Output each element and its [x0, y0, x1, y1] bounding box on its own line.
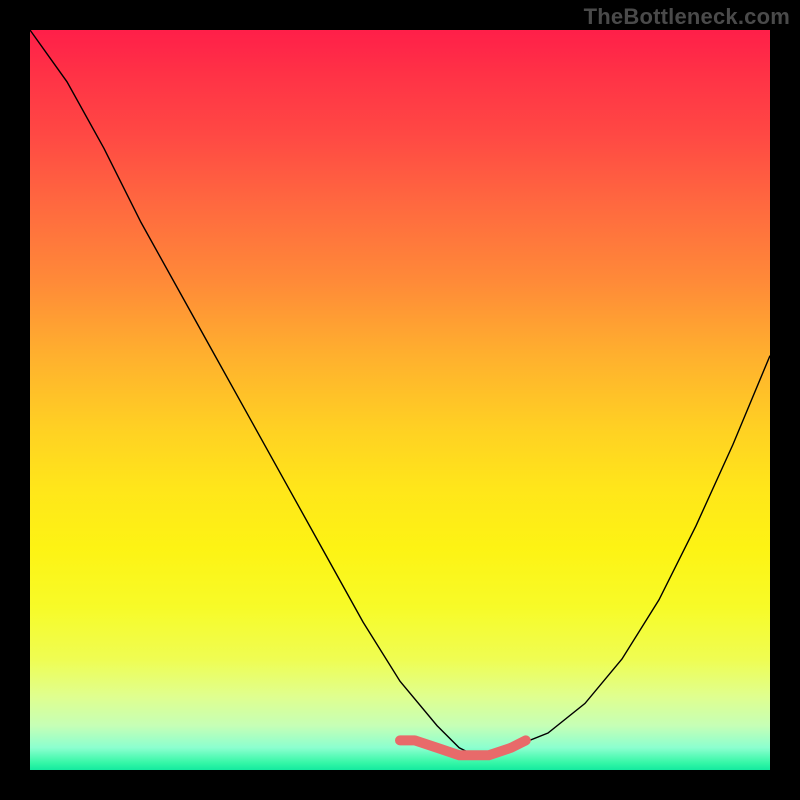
chart-svg	[30, 30, 770, 770]
marker-path	[400, 740, 526, 755]
plot-area	[30, 30, 770, 770]
watermark-text: TheBottleneck.com	[584, 4, 790, 30]
chart-frame: TheBottleneck.com	[0, 0, 800, 800]
curve-path	[30, 30, 770, 755]
